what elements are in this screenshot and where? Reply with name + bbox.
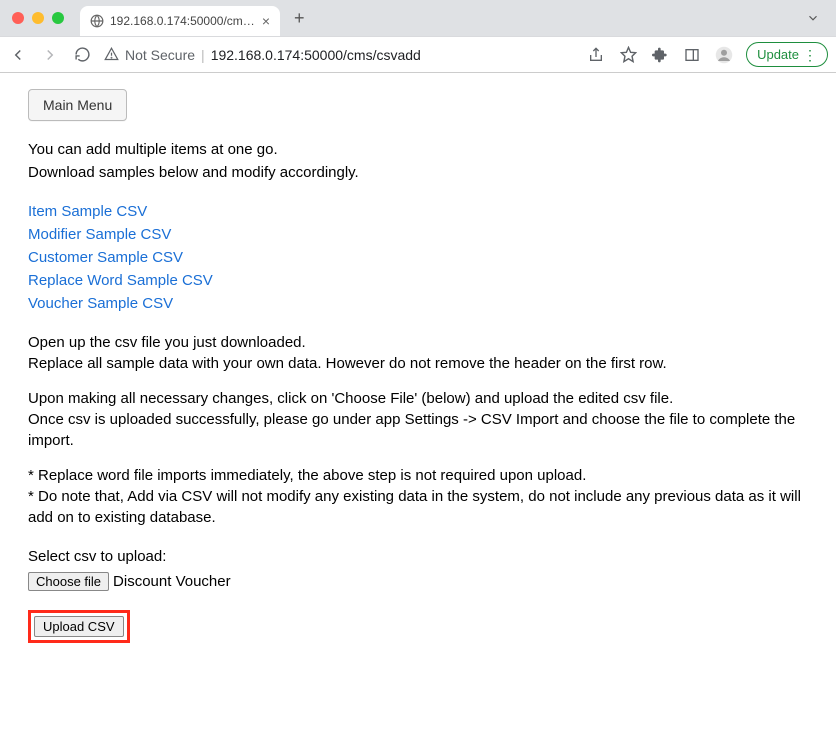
note-line-1: * Replace word file imports immediately,… xyxy=(28,465,808,486)
upload-csv-button[interactable]: Upload CSV xyxy=(34,616,124,637)
sample-links: Item Sample CSV Modifier Sample CSV Cust… xyxy=(28,201,808,314)
link-modifier-sample[interactable]: Modifier Sample CSV xyxy=(28,224,808,245)
update-label: Update xyxy=(757,47,799,62)
link-customer-sample[interactable]: Customer Sample CSV xyxy=(28,247,808,268)
file-input-row: Choose file Discount Voucher xyxy=(28,571,808,592)
address-bar[interactable]: Not Secure | 192.168.0.174:50000/cms/csv… xyxy=(104,47,574,63)
upload-section: Select csv to upload: Choose file Discou… xyxy=(28,546,808,643)
profile-icon[interactable] xyxy=(714,45,734,65)
window-controls xyxy=(12,12,64,24)
new-tab-button[interactable]: + xyxy=(288,8,311,29)
star-icon[interactable] xyxy=(618,45,638,65)
open-line-1: Open up the csv file you just downloaded… xyxy=(28,332,808,353)
upon-line-2: Once csv is uploaded successfully, pleas… xyxy=(28,409,808,451)
url-text: 192.168.0.174:50000/cms/csvadd xyxy=(211,47,421,63)
upon-instructions: Upon making all necessary changes, click… xyxy=(28,388,808,451)
intro-line-1: You can add multiple items at one go. xyxy=(28,139,808,160)
extensions-icon[interactable] xyxy=(650,45,670,65)
upload-label: Select csv to upload: xyxy=(28,546,808,567)
tab-bar: 192.168.0.174:50000/cms/csv × + xyxy=(0,0,836,36)
upload-button-highlight: Upload CSV xyxy=(28,610,130,643)
intro-line-2: Download samples below and modify accord… xyxy=(28,162,808,183)
upon-line-1: Upon making all necessary changes, click… xyxy=(28,388,808,409)
selected-file-name: Discount Voucher xyxy=(113,571,231,592)
main-menu-button[interactable]: Main Menu xyxy=(28,89,127,121)
choose-file-button[interactable]: Choose file xyxy=(28,572,109,591)
tab-title: 192.168.0.174:50000/cms/csv xyxy=(110,14,256,28)
share-icon[interactable] xyxy=(586,45,606,65)
address-row: Not Secure | 192.168.0.174:50000/cms/csv… xyxy=(0,36,836,72)
link-replace-word-sample[interactable]: Replace Word Sample CSV xyxy=(28,270,808,291)
window-close-icon[interactable] xyxy=(12,12,24,24)
globe-icon xyxy=(90,14,104,28)
page-content: Main Menu You can add multiple items at … xyxy=(0,73,836,659)
window-maximize-icon[interactable] xyxy=(52,12,64,24)
link-item-sample[interactable]: Item Sample CSV xyxy=(28,201,808,222)
open-instructions: Open up the csv file you just downloaded… xyxy=(28,332,808,374)
forward-icon[interactable] xyxy=(40,45,60,65)
kebab-icon: ⋮ xyxy=(803,48,817,62)
not-secure-icon xyxy=(104,47,119,62)
toolbar-icons: Update ⋮ xyxy=(586,42,828,67)
panel-icon[interactable] xyxy=(682,45,702,65)
window-minimize-icon[interactable] xyxy=(32,12,44,24)
note-line-2: * Do note that, Add via CSV will not mod… xyxy=(28,486,808,528)
back-icon[interactable] xyxy=(8,45,28,65)
intro-text: You can add multiple items at one go. Do… xyxy=(28,139,808,183)
tabs-chevron-down-icon[interactable] xyxy=(798,11,828,25)
browser-chrome: 192.168.0.174:50000/cms/csv × + Not Secu… xyxy=(0,0,836,73)
link-voucher-sample[interactable]: Voucher Sample CSV xyxy=(28,293,808,314)
reload-icon[interactable] xyxy=(72,45,92,65)
separator: | xyxy=(201,47,205,63)
open-line-2: Replace all sample data with your own da… xyxy=(28,353,808,374)
update-button[interactable]: Update ⋮ xyxy=(746,42,828,67)
notes: * Replace word file imports immediately,… xyxy=(28,465,808,528)
browser-tab[interactable]: 192.168.0.174:50000/cms/csv × xyxy=(80,6,280,36)
tab-close-icon[interactable]: × xyxy=(262,14,270,28)
security-label: Not Secure xyxy=(125,47,195,63)
